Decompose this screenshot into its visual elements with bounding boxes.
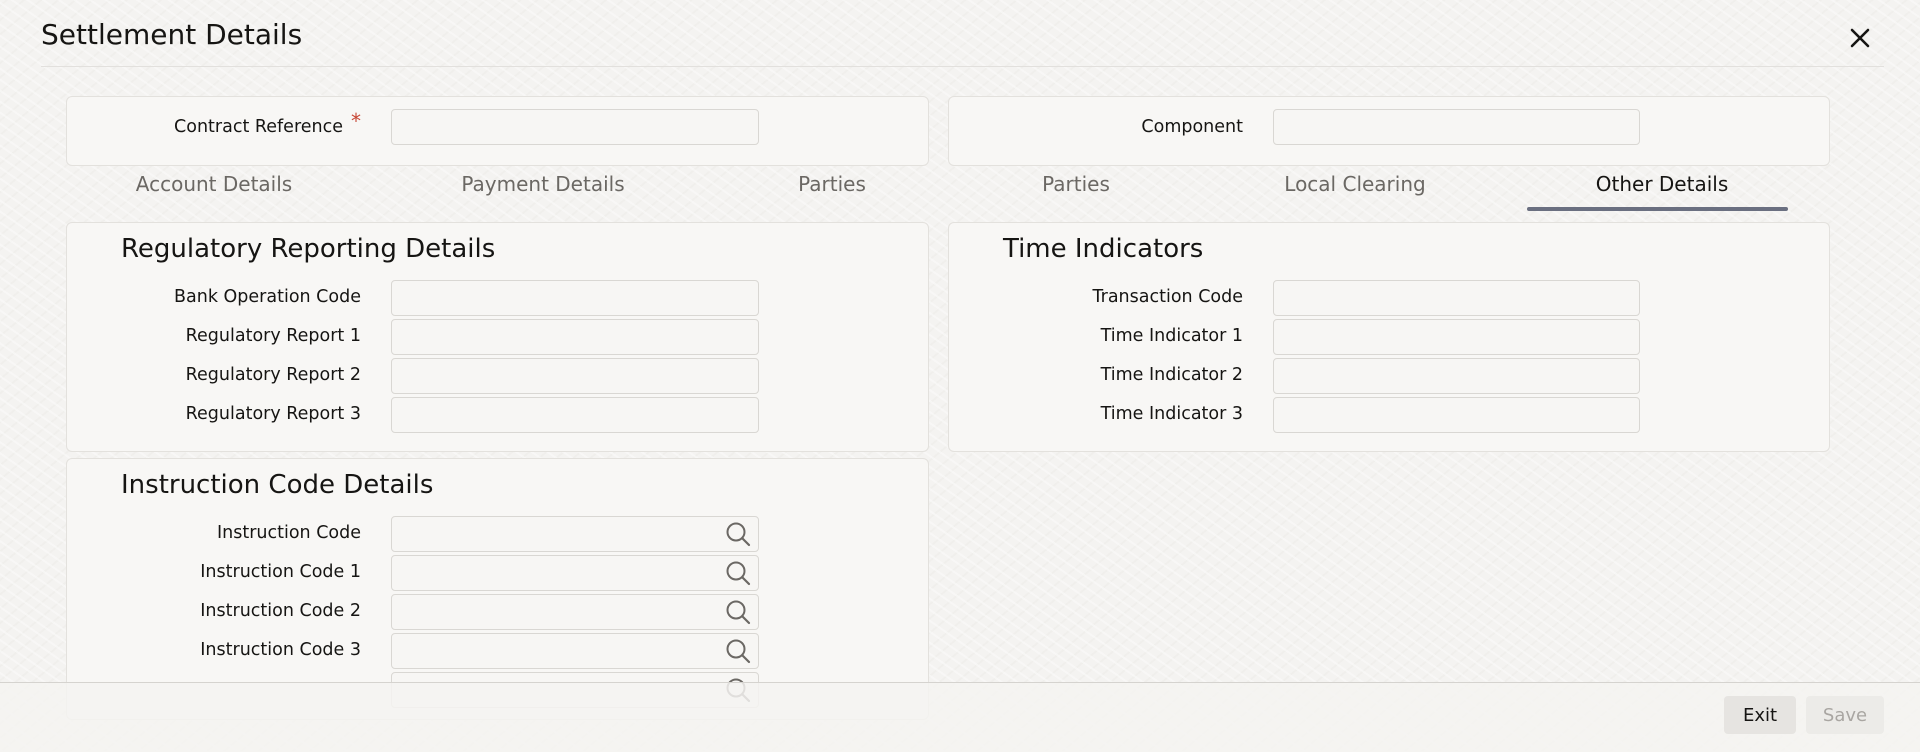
search-icon[interactable]: [724, 520, 752, 548]
contract-reference-input[interactable]: [391, 109, 759, 145]
component-input[interactable]: [1273, 109, 1640, 145]
instruction-code-1-input[interactable]: [391, 555, 759, 591]
regulatory-report-1-input[interactable]: [391, 319, 759, 355]
time-indicator-1-label: Time Indicator 1: [1100, 326, 1243, 346]
instruction-code-3-input[interactable]: [391, 633, 759, 669]
search-icon[interactable]: [724, 559, 752, 587]
header-divider: [41, 66, 1884, 67]
save-button[interactable]: Save: [1806, 696, 1884, 734]
instruction-code-2-input[interactable]: [391, 594, 759, 630]
time-indicator-1-input[interactable]: [1273, 319, 1640, 355]
search-icon[interactable]: [724, 637, 752, 665]
search-icon[interactable]: [724, 598, 752, 626]
time-indicator-2-input[interactable]: [1273, 358, 1640, 394]
contract-reference-label: Contract Reference: [174, 117, 343, 137]
time-indicator-3-input[interactable]: [1273, 397, 1640, 433]
tab-parties[interactable]: Parties: [798, 172, 866, 196]
instruction-code-input[interactable]: [391, 516, 759, 552]
required-marker: *: [351, 109, 361, 133]
regulatory-heading: Regulatory Reporting Details: [121, 234, 496, 264]
instruction-heading: Instruction Code Details: [121, 470, 434, 500]
regulatory-report-2-label: Regulatory Report 2: [185, 365, 361, 385]
time-indicator-2-label: Time Indicator 2: [1100, 365, 1243, 385]
bank-operation-code-label: Bank Operation Code: [174, 287, 361, 307]
bank-operation-code-input[interactable]: [391, 280, 759, 316]
tab-payment-details[interactable]: Payment Details: [461, 172, 624, 196]
tab-account-details[interactable]: Account Details: [136, 172, 292, 196]
transaction-code-label: Transaction Code: [1092, 287, 1243, 307]
regulatory-report-3-input[interactable]: [391, 397, 759, 433]
active-tab-indicator: [1527, 207, 1788, 211]
component-label: Component: [1141, 117, 1243, 137]
instruction-code-label: Instruction Code: [216, 523, 361, 543]
instruction-code-1-label: Instruction Code 1: [200, 562, 361, 582]
time-indicators-heading: Time Indicators: [1003, 234, 1204, 264]
tab-local-clearing[interactable]: Local Clearing: [1284, 172, 1425, 196]
exit-button[interactable]: Exit: [1724, 696, 1796, 734]
instruction-code-3-label: Instruction Code 3: [200, 640, 361, 660]
transaction-code-input[interactable]: [1273, 280, 1640, 316]
regulatory-report-1-label: Regulatory Report 1: [185, 326, 361, 346]
instruction-code-2-label: Instruction Code 2: [200, 601, 361, 621]
footer-bar: [0, 682, 1920, 752]
dialog-title: Settlement Details: [41, 18, 303, 51]
regulatory-report-2-input[interactable]: [391, 358, 759, 394]
tab-parties-2[interactable]: Parties: [1042, 172, 1110, 196]
regulatory-report-3-label: Regulatory Report 3: [185, 404, 361, 424]
time-indicator-3-label: Time Indicator 3: [1100, 404, 1243, 424]
tab-other-details[interactable]: Other Details: [1596, 172, 1728, 196]
close-icon[interactable]: [1844, 22, 1876, 54]
